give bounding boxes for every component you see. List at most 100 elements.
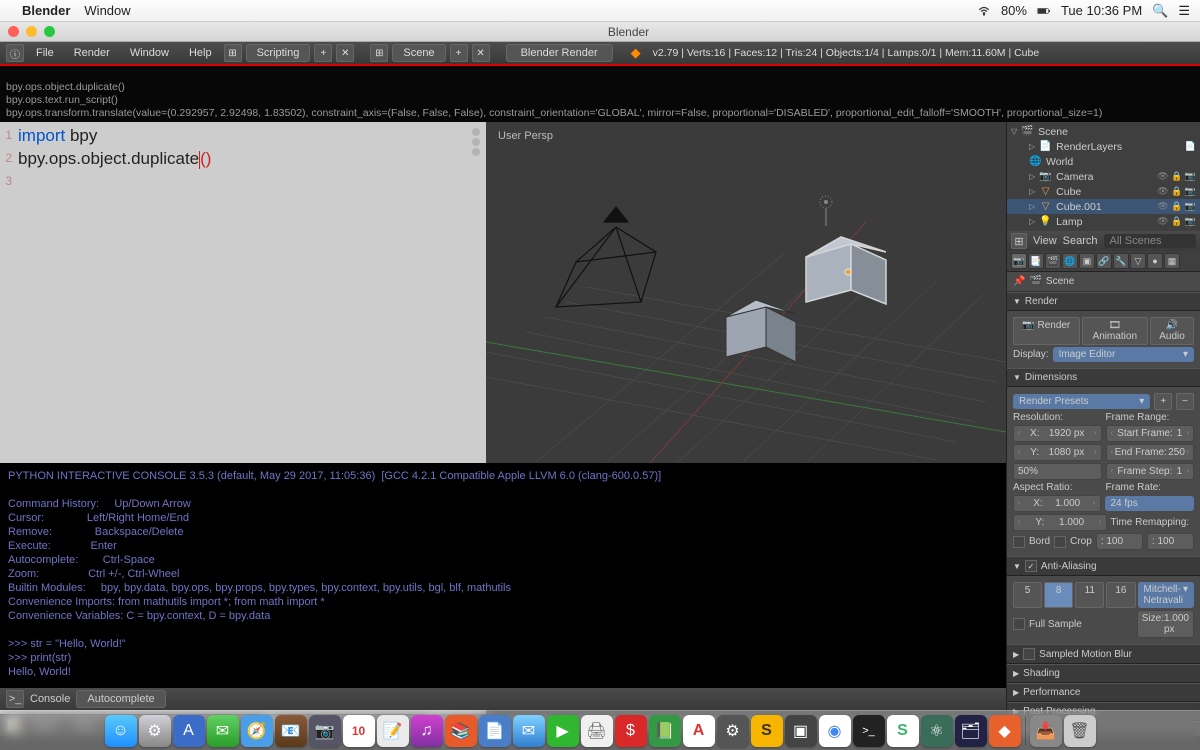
scene-tab-icon[interactable]: 🎬 [1045, 253, 1061, 269]
modifiers-tab-icon[interactable]: 🔧 [1113, 253, 1129, 269]
dock-preview[interactable]: 🖨 [581, 715, 613, 747]
render-engine-dropdown[interactable]: Blender Render [506, 44, 613, 62]
render-panel-title[interactable]: Render [1025, 296, 1058, 307]
outliner[interactable]: ▽🎬Scene ▷📄RenderLayers📄 🌐World ▷📷Camera👁… [1007, 122, 1200, 231]
console-type-icon[interactable]: >_ [6, 690, 24, 708]
dock-app-sq[interactable]: ▣ [785, 715, 817, 747]
aspect-x-field[interactable]: ‹X:1.000› [1013, 495, 1101, 512]
info-editor-icon[interactable]: ⓘ [6, 44, 24, 62]
dock-chrome[interactable]: ◉ [819, 715, 851, 747]
scene-add-icon[interactable]: + [450, 44, 468, 62]
dock-blender[interactable]: ◆ [989, 715, 1021, 747]
display-dropdown[interactable]: Image Editor▾ [1053, 347, 1194, 362]
dock-finder[interactable]: ☺ [105, 715, 137, 747]
lamp-object [820, 196, 832, 226]
render-button[interactable]: 📷 Render [1013, 317, 1080, 345]
texture-tab-icon[interactable]: ▦ [1164, 253, 1180, 269]
aa-filter-dropdown[interactable]: Mitchell-Netravali▾ [1138, 582, 1194, 608]
dock-sublime[interactable]: S [751, 715, 783, 747]
dock-messages[interactable]: ✉ [207, 715, 239, 747]
outliner-lamp[interactable]: Lamp [1056, 216, 1082, 228]
aspect-y-field[interactable]: ‹Y:1.000› [1013, 514, 1107, 531]
res-x-field[interactable]: ‹X:1920 px› [1013, 425, 1102, 442]
battery-icon [1037, 4, 1051, 18]
window-menu[interactable]: Window [84, 3, 130, 18]
dock-ibooks[interactable]: 📚 [445, 715, 477, 747]
window-menu-bl[interactable]: Window [122, 45, 177, 61]
res-pct-field[interactable]: 50% [1013, 463, 1102, 480]
res-y-field[interactable]: ‹Y:1080 px› [1013, 444, 1102, 461]
outliner-mode-dropdown[interactable]: All Scenes [1104, 234, 1196, 248]
dock-notes[interactable]: 📝 [377, 715, 409, 747]
dock-settings[interactable]: ⚙ [139, 715, 171, 747]
dock-excel[interactable]: 📗 [649, 715, 681, 747]
layout-browse-icon[interactable]: ⊞ [224, 44, 242, 62]
dock-calendar[interactable]: 10 [343, 715, 375, 747]
dimensions-panel-title[interactable]: Dimensions [1025, 372, 1077, 383]
outliner-camera[interactable]: Camera [1056, 171, 1093, 183]
scene-dropdown[interactable]: Scene [392, 44, 445, 62]
dock-pages[interactable]: 📄 [479, 715, 511, 747]
spotlight-icon[interactable]: 🔍 [1152, 3, 1168, 19]
outliner-renderlayers[interactable]: RenderLayers [1056, 141, 1122, 153]
dock-app-s2[interactable]: S [887, 715, 919, 747]
render-presets-dropdown[interactable]: Render Presets▾ [1013, 394, 1150, 409]
world-tab-icon[interactable]: 🌐 [1062, 253, 1078, 269]
wifi-icon[interactable] [977, 4, 991, 18]
dock-itunes[interactable]: ♫ [411, 715, 443, 747]
menu-icon[interactable]: ☰ [1178, 3, 1190, 19]
info-log: bpy.ops.object.duplicate() bpy.ops.text.… [0, 66, 1200, 122]
animation-button[interactable]: 🎞 Animation [1082, 317, 1149, 345]
properties-panel[interactable]: 📷 📑 🎬 🌐 ▣ 🔗 🔧 ▽ ● ▦ 📌🎬Scene ▼Render 📷 Re… [1007, 251, 1200, 736]
scene-remove-icon[interactable]: ✕ [472, 44, 490, 62]
constraints-tab-icon[interactable]: 🔗 [1096, 253, 1112, 269]
dock-appstore[interactable]: A [173, 715, 205, 747]
dock-contacts[interactable]: 📧 [275, 715, 307, 747]
scene-browse-icon[interactable]: ⊞ [370, 44, 388, 62]
outliner-type-icon[interactable]: ⊞ [1011, 233, 1027, 249]
dock-mail[interactable]: ✉ [513, 715, 545, 747]
outliner-cube[interactable]: Cube [1056, 186, 1081, 198]
layout-dropdown[interactable]: Scripting [246, 44, 311, 62]
object-tab-icon[interactable]: ▣ [1079, 253, 1095, 269]
dock-app-folder[interactable]: 🗂 [955, 715, 987, 747]
start-frame-field[interactable]: ‹Start Frame:1› [1106, 425, 1195, 442]
python-console[interactable]: PYTHON INTERACTIVE CONSOLE 3.5.3 (defaul… [0, 463, 1006, 688]
layout-remove-icon[interactable]: ✕ [336, 44, 354, 62]
frame-step-field[interactable]: ‹Frame Step:1› [1106, 463, 1195, 480]
dock-atom[interactable]: ⚛ [921, 715, 953, 747]
fps-dropdown[interactable]: 24 fps [1105, 496, 1195, 511]
render-tab-icon[interactable]: 📷 [1011, 253, 1027, 269]
help-menu[interactable]: Help [181, 45, 220, 61]
outliner-search-menu[interactable]: Search [1063, 235, 1098, 247]
clock[interactable]: Tue 10:36 PM [1061, 3, 1142, 18]
dock-terminal[interactable]: >_ [853, 715, 885, 747]
console-menu[interactable]: Console [30, 693, 70, 705]
layers-tab-icon[interactable]: 📑 [1028, 253, 1044, 269]
audio-button[interactable]: 🔊 Audio [1150, 317, 1194, 345]
dock-comics[interactable]: $ [615, 715, 647, 747]
outliner-world[interactable]: World [1046, 156, 1073, 168]
app-menu[interactable]: Blender [22, 3, 70, 18]
traffic-lights[interactable] [8, 26, 55, 37]
dock-downloads[interactable]: 📥 [1030, 715, 1062, 747]
end-frame-field[interactable]: ‹End Frame:250› [1106, 444, 1195, 461]
dock-app-a[interactable]: A [683, 715, 715, 747]
outliner-view-menu[interactable]: View [1033, 235, 1057, 247]
dock-facetime[interactable]: ▶ [547, 715, 579, 747]
autocomplete-button[interactable]: Autocomplete [76, 690, 165, 708]
file-menu[interactable]: File [28, 45, 62, 61]
layout-add-icon[interactable]: + [314, 44, 332, 62]
outliner-scene[interactable]: Scene [1038, 126, 1068, 138]
aa-panel-title[interactable]: Anti-Aliasing [1041, 561, 1097, 572]
data-tab-icon[interactable]: ▽ [1130, 253, 1146, 269]
dock-photos[interactable]: 📷 [309, 715, 341, 747]
outliner-cube001[interactable]: Cube.001 [1056, 201, 1102, 213]
material-tab-icon[interactable]: ● [1147, 253, 1163, 269]
dock-safari[interactable]: 🧭 [241, 715, 273, 747]
dock-app-gear[interactable]: ⚙ [717, 715, 749, 747]
scroll-indicator [472, 128, 480, 156]
cube-object [726, 300, 796, 362]
render-menu[interactable]: Render [66, 45, 118, 61]
dock-trash[interactable]: 🗑 [1064, 715, 1096, 747]
